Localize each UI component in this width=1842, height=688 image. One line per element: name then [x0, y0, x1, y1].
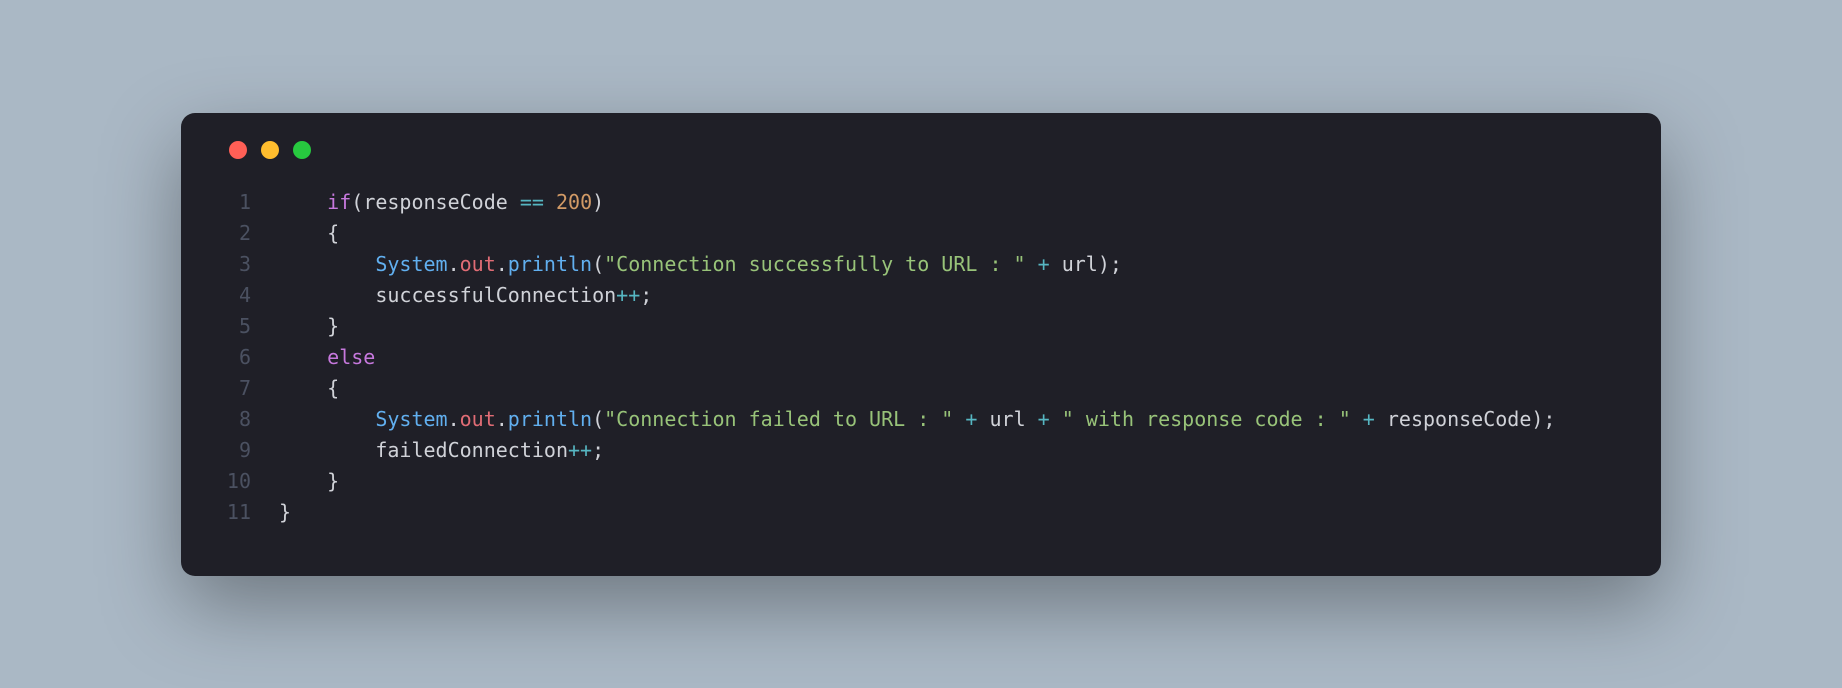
line-number-gutter: 1 2 3 4 5 6 7 8 9 10 11	[221, 187, 279, 528]
code-line: }	[279, 311, 1555, 342]
code-window: 1 2 3 4 5 6 7 8 9 10 11 if(responseCode …	[181, 113, 1661, 576]
code-line: successfulConnection++;	[279, 280, 1555, 311]
code-content[interactable]: if(responseCode == 200) { System.out.pri…	[279, 187, 1555, 528]
window-controls	[229, 141, 1621, 159]
code-line: }	[279, 466, 1555, 497]
line-number: 1	[221, 187, 251, 218]
code-line: failedConnection++;	[279, 435, 1555, 466]
code-editor: 1 2 3 4 5 6 7 8 9 10 11 if(responseCode …	[221, 187, 1621, 528]
line-number: 2	[221, 218, 251, 249]
close-icon[interactable]	[229, 141, 247, 159]
line-number: 10	[221, 466, 251, 497]
line-number: 5	[221, 311, 251, 342]
line-number: 8	[221, 404, 251, 435]
code-line: else	[279, 342, 1555, 373]
code-line: System.out.println("Connection failed to…	[279, 404, 1555, 435]
line-number: 7	[221, 373, 251, 404]
line-number: 9	[221, 435, 251, 466]
minimize-icon[interactable]	[261, 141, 279, 159]
maximize-icon[interactable]	[293, 141, 311, 159]
line-number: 6	[221, 342, 251, 373]
code-line: {	[279, 373, 1555, 404]
code-line: if(responseCode == 200)	[279, 187, 1555, 218]
code-line: {	[279, 218, 1555, 249]
line-number: 11	[221, 497, 251, 528]
code-line: }	[279, 497, 1555, 528]
code-line: System.out.println("Connection successfu…	[279, 249, 1555, 280]
line-number: 3	[221, 249, 251, 280]
line-number: 4	[221, 280, 251, 311]
